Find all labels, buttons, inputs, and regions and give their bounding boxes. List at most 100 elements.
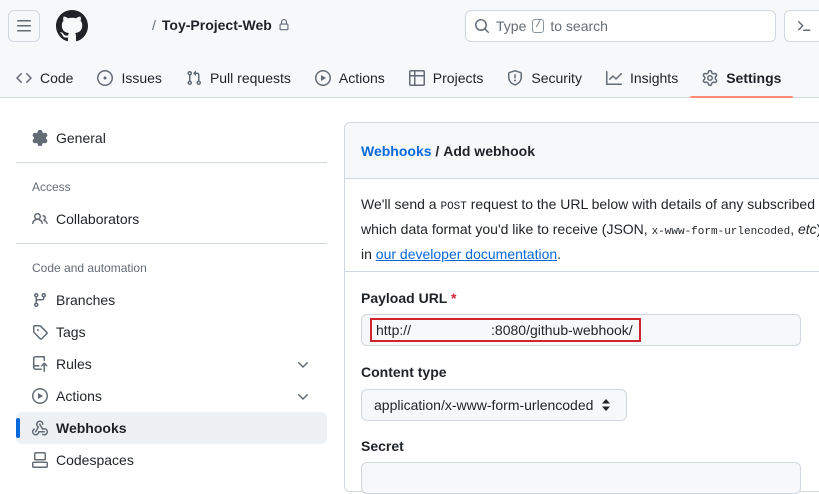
sidebar-item-label: Branches	[56, 292, 116, 308]
payload-url-label: Payload URL *	[361, 290, 456, 306]
intro-text: ,	[790, 221, 798, 237]
secret-label: Secret	[361, 438, 404, 454]
sidebar-item-label: Tags	[56, 324, 86, 340]
sidebar-item-codespaces[interactable]: Codespaces	[16, 444, 327, 476]
intro-code-post: POST	[440, 201, 467, 213]
search-suffix: to search	[550, 18, 608, 34]
required-marker: *	[451, 290, 457, 306]
payload-url-input[interactable]: http:// :8080/github-webhook/	[361, 314, 801, 346]
developer-docs-link[interactable]: our developer documentation	[376, 246, 557, 262]
terminal-icon	[798, 21, 811, 31]
repo-name-link[interactable]: Toy-Project-Web	[162, 17, 272, 33]
tab-label: Projects	[432, 70, 484, 86]
tab-insights[interactable]: Insights	[594, 58, 690, 98]
sidebar-item-label: Actions	[56, 388, 102, 404]
sidebar-item-label: Codespaces	[56, 452, 134, 468]
settings-sidebar: General Access Collaborators Code and au…	[16, 122, 327, 476]
search-shortcut-key: /	[532, 19, 545, 33]
issue-icon	[97, 70, 114, 86]
tab-label: Actions	[338, 70, 385, 86]
intro-text: in	[361, 246, 376, 262]
tab-pull-requests[interactable]: Pull requests	[174, 58, 303, 98]
people-icon	[32, 212, 48, 225]
intro-text: We'll send a	[361, 196, 441, 212]
payload-url-label-text: Payload URL	[361, 290, 448, 306]
sidebar-item-label: Rules	[56, 356, 92, 372]
intro-code-format: x-www-form-urlencoded	[651, 226, 791, 238]
gear-icon	[32, 130, 48, 146]
tab-security[interactable]: Security	[495, 58, 594, 98]
hamburger-icon	[17, 20, 31, 32]
sidebar-item-label: Webhooks	[56, 420, 127, 436]
repo-slash: /	[152, 17, 156, 33]
graph-icon	[605, 71, 622, 85]
content-type-label: Content type	[361, 364, 447, 380]
repo-tabs: Code Issues Pull requests Actions Projec…	[0, 58, 794, 98]
lock-icon	[279, 19, 289, 31]
search-input[interactable]: Type / to search	[465, 10, 776, 42]
tab-actions[interactable]: Actions	[303, 58, 397, 98]
intro-line-3: in our developer documentation.	[361, 243, 817, 265]
sidebar-heading-access: Access	[32, 180, 71, 194]
branch-icon	[33, 293, 46, 308]
sidebar-item-general[interactable]: General	[16, 122, 327, 154]
payload-url-prefix: http://	[376, 322, 412, 338]
code-icon	[16, 72, 32, 84]
gear-icon	[702, 70, 718, 86]
menu-button[interactable]	[8, 10, 40, 42]
content-type-select[interactable]: application/x-www-form-urlencoded	[361, 389, 627, 421]
sidebar-heading-code-automation: Code and automation	[32, 261, 147, 275]
intro-text: which data format you'd like to receive …	[361, 221, 652, 237]
webhook-intro-text: We'll send a POST request to the URL bel…	[345, 179, 819, 272]
page-title: Add webhook	[443, 142, 535, 159]
search-icon	[475, 19, 490, 34]
repo-breadcrumb: / Toy-Project-Web	[152, 17, 290, 33]
intro-etc: etc	[797, 221, 817, 237]
sidebar-divider	[16, 162, 327, 163]
secret-input[interactable]	[361, 462, 801, 494]
tab-label: Insights	[629, 70, 679, 86]
chevron-down-icon	[298, 394, 308, 400]
sidebar-item-branches[interactable]: Branches	[16, 284, 327, 316]
sidebar-item-webhooks[interactable]: Webhooks	[16, 412, 327, 444]
sidebar-item-label: Collaborators	[56, 211, 140, 227]
tab-code[interactable]: Code	[0, 58, 85, 98]
sidebar-item-rules[interactable]: Rules	[16, 348, 327, 380]
intro-line-2: which data format you'd like to receive …	[361, 218, 819, 243]
select-arrows-icon	[602, 399, 611, 411]
payload-url-highlight: http:// :8080/github-webhook/	[370, 318, 641, 342]
command-palette-button[interactable]	[784, 10, 819, 42]
tab-issues[interactable]: Issues	[85, 58, 173, 98]
add-webhook-panel: Webhooks / Add webhook We'll send a POST…	[344, 122, 819, 494]
breadcrumb-separator: /	[431, 142, 444, 159]
sidebar-item-tags[interactable]: Tags	[16, 316, 327, 348]
top-header: / Toy-Project-Web Type / to search Code …	[0, 0, 819, 98]
play-icon	[314, 70, 331, 86]
play-icon	[32, 388, 48, 404]
sidebar-divider	[16, 243, 327, 244]
chevron-down-icon	[298, 362, 308, 368]
intro-line-1: We'll send a POST request to the URL bel…	[361, 193, 819, 218]
content-type-value: application/x-www-form-urlencoded	[374, 397, 594, 413]
tab-settings[interactable]: Settings	[690, 58, 794, 98]
tab-projects[interactable]: Projects	[397, 58, 496, 98]
payload-url-suffix: :8080/github-webhook/	[491, 322, 633, 338]
tab-label: Issues	[121, 70, 162, 86]
panel-breadcrumb: Webhooks / Add webhook	[345, 123, 819, 179]
shield-icon	[508, 70, 523, 86]
table-icon	[408, 70, 425, 86]
webhook-icon	[32, 420, 48, 436]
tab-label: Settings	[726, 70, 782, 86]
repo-push-icon	[33, 356, 48, 372]
github-logo-icon[interactable]	[55, 10, 88, 42]
pull-request-icon	[187, 70, 201, 86]
tab-label: Pull requests	[209, 70, 291, 86]
tag-icon	[33, 325, 48, 340]
sidebar-item-collaborators[interactable]: Collaborators	[16, 203, 327, 235]
sidebar-item-actions[interactable]: Actions	[16, 380, 327, 412]
webhooks-breadcrumb-link[interactable]: Webhooks	[361, 143, 432, 159]
tab-label: Security	[531, 70, 582, 86]
intro-text: .	[557, 246, 562, 262]
intro-text: request to the URL below with details of…	[466, 196, 819, 212]
sidebar-item-label: General	[56, 130, 106, 146]
